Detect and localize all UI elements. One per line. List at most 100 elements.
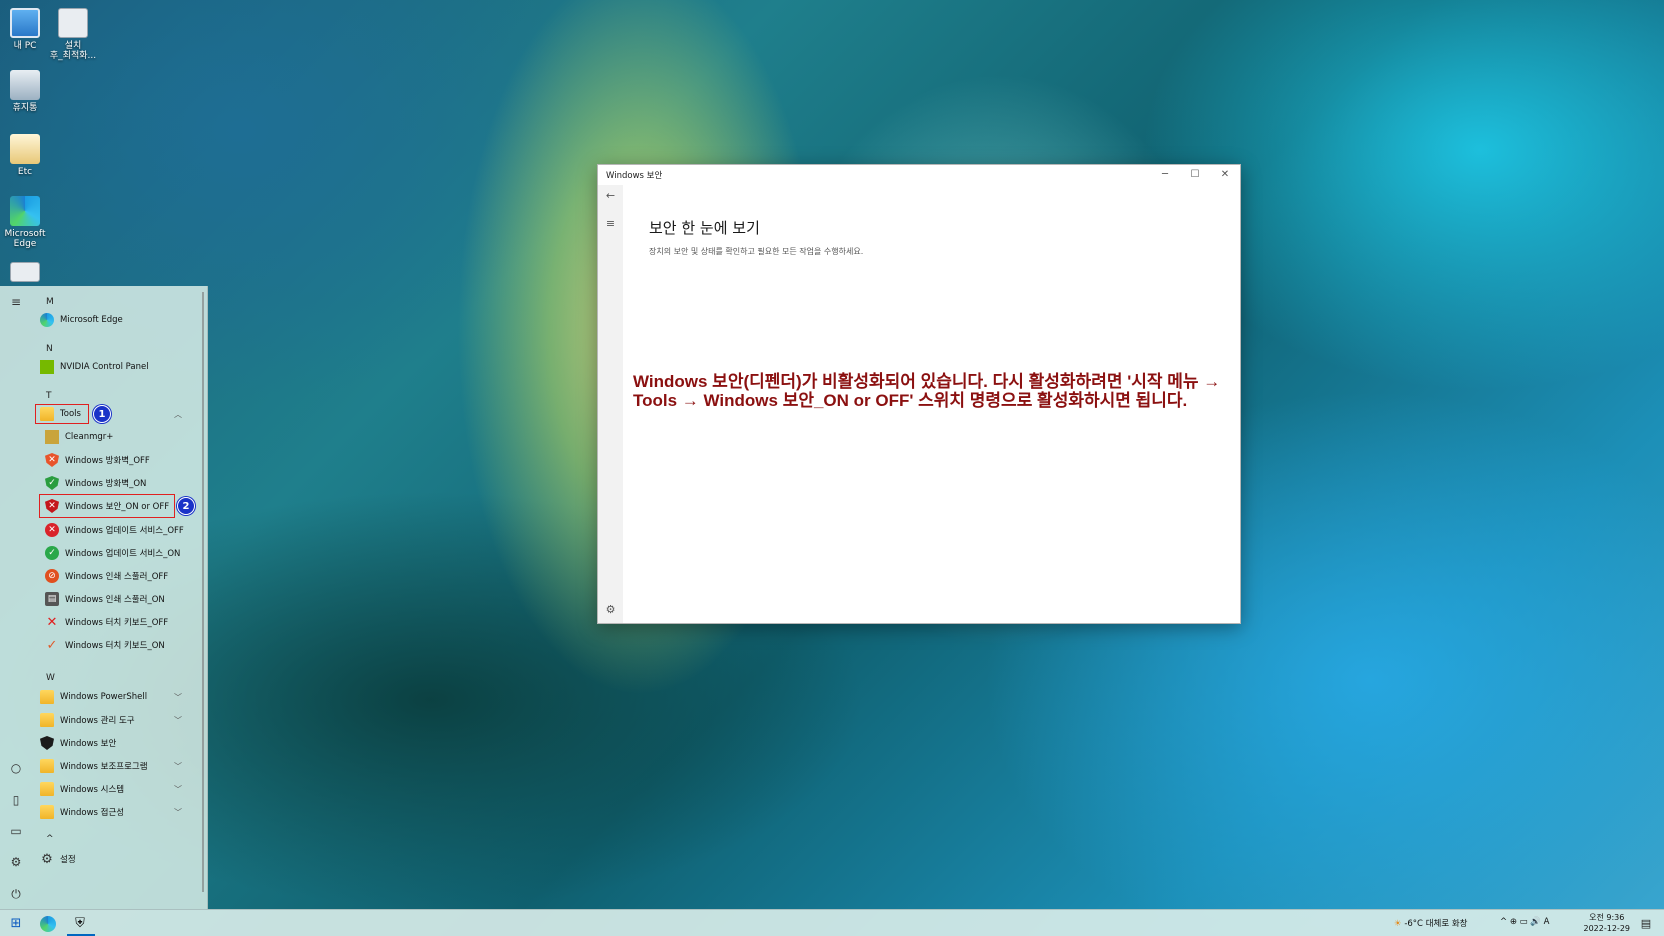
folder-system[interactable]: Windows 시스템 ﹀ [40,779,198,799]
app-touch-keyboard-off[interactable]: ✕ Windows 터치 키보드_OFF [45,612,203,632]
desktop-icon-label: 설치 후_최적화... [49,41,97,61]
app-label: Cleanmgr+ [65,432,114,442]
app-touch-keyboard-on[interactable]: ✓ Windows 터치 키보드_ON [45,635,203,655]
section-letter-n[interactable]: N [46,344,53,354]
desktop-icon-label: Microsoft Edge [4,229,46,249]
folder-icon [40,759,54,773]
app-label: Microsoft Edge [60,315,123,325]
nav-sidebar: ← ≡ ⚙ [598,185,623,623]
chevron-down-icon: ﹀ [174,807,182,817]
notification-icon[interactable]: ▤ [1636,914,1656,934]
app-nvidia-control-panel[interactable]: NVIDIA Control Panel [40,357,198,377]
step-badge-2: 2 [177,497,195,515]
page-title: 보안 한 눈에 보기 [649,219,760,237]
shield-x-icon: ✕ [45,453,59,467]
chevron-up-icon: ︿ [174,409,182,419]
app-update-on[interactable]: ✓ Windows 업데이트 서비스_ON [45,543,203,563]
weather-widget[interactable]: ☀ -6°C 대체로 화창 [1394,917,1468,929]
app-cleanmgr[interactable]: Cleanmgr+ [45,427,203,447]
section-letter-w[interactable]: W [46,673,55,683]
app-label: Windows 방화벽_OFF [65,456,150,466]
app-label: Windows 시스템 [60,785,125,795]
power-icon[interactable]: ⏻ [8,886,24,902]
user-icon[interactable]: ○ [8,760,24,776]
check-mark-icon: ✓ [46,637,58,653]
app-windows-security[interactable]: Windows 보안 [40,733,198,753]
app-label: Windows 인쇄 스풀러_OFF [65,572,169,582]
title-bar[interactable]: Windows 보안 ─ ☐ ✕ [598,165,1240,185]
app-label: Windows 업데이트 서비스_OFF [65,526,184,536]
clock[interactable]: 오전 9:36 2022-12-29 [1584,912,1631,934]
maximize-button[interactable]: ☐ [1180,165,1210,185]
desktop-icon-edge[interactable]: Microsoft Edge [0,196,53,249]
chevron-down-icon: ﹀ [174,692,182,702]
app-label: Windows 업데이트 서비스_ON [65,549,181,559]
desktop-icon-label: 휴지통 [12,103,38,113]
scrollbar[interactable] [202,292,204,892]
nvidia-icon [40,360,54,374]
gear-icon[interactable]: ⚙ [598,603,623,616]
app-label: Windows 보조프로그램 [60,762,148,772]
printer-icon: ▤ [45,592,59,606]
section-letter-t[interactable]: T [46,391,52,401]
app-firewall-off[interactable]: ✕ Windows 방화벽_OFF [45,450,203,470]
pictures-icon[interactable]: ▭ [8,823,24,839]
folder-icon [40,805,54,819]
settings-icon[interactable]: ⚙ [8,854,24,870]
desktop-icon-recycle-bin[interactable]: 휴지통 [0,70,53,113]
app-label: Windows 보안 [60,739,117,749]
folder-accessibility[interactable]: Windows 접근성 ﹀ [40,802,198,822]
section-caret[interactable]: ^ [46,834,54,844]
app-spooler-on[interactable]: ▤ Windows 인쇄 스풀러_ON [45,589,203,609]
shield-icon [40,736,54,750]
app-settings[interactable]: ⚙ 설정 [40,849,198,869]
security-window: Windows 보안 ─ ☐ ✕ ← ≡ ⚙ 보안 한 눈에 보기 장치의 보안… [597,164,1241,624]
app-label: Windows 터치 키보드_OFF [65,618,169,628]
app-microsoft-edge[interactable]: Microsoft Edge [40,310,198,330]
back-arrow-icon[interactable]: ← [598,189,623,202]
app-label: 설정 [60,855,76,865]
clock-time: 오전 9:36 [1589,913,1625,922]
app-spooler-off[interactable]: ⊘ Windows 인쇄 스풀러_OFF [45,566,203,586]
hamburger-icon[interactable]: ≡ [598,217,623,230]
folder-admin-tools[interactable]: Windows 관리 도구 ﹀ [40,710,198,730]
annotation-note: Windows 보안(디펜더)가 비활성화되어 있습니다. 다시 활성화하려면 … [633,372,1221,410]
disabled-icon: ⊘ [45,569,59,583]
section-letter-m[interactable]: M [46,297,54,307]
windows-start-icon[interactable]: ⊞ [6,914,26,934]
desktop-icon-etc[interactable]: Etc [0,134,53,177]
edge-icon [10,196,40,226]
close-button[interactable]: ✕ [1210,165,1240,185]
minimize-button[interactable]: ─ [1150,165,1180,185]
folder-icon [40,690,54,704]
app-update-off[interactable]: ✕ Windows 업데이트 서비스_OFF [45,520,203,540]
app-label: Windows 관리 도구 [60,716,135,726]
folder-powershell[interactable]: Windows PowerShell ﹀ [40,687,198,707]
shield-icon[interactable]: ⛨ [70,914,90,934]
system-tray-icons[interactable]: ^ ⊕ ▭ 🔊 A [1500,917,1549,927]
check-circle-icon: ✓ [45,546,59,560]
highlight-box-security [39,494,175,518]
setup-icon [58,8,88,38]
folder-accessories[interactable]: Windows 보조프로그램 ﹀ [40,756,198,776]
chevron-down-icon: ﹀ [174,761,182,771]
chevron-down-icon: ﹀ [174,784,182,794]
app-list: M Microsoft Edge N NVIDIA Control Panel … [34,286,200,909]
app-label: Windows 방화벽_ON [65,479,147,489]
folder-icon [10,134,40,164]
document-icon[interactable]: ▯ [8,792,24,808]
window-title: Windows 보안 [606,171,663,181]
x-mark-icon: ✕ [46,614,58,630]
computer-icon [10,8,40,38]
x-circle-icon: ✕ [45,523,59,537]
taskbar: ⊞ ⛨ ☀ -6°C 대체로 화창 ^ ⊕ ▭ 🔊 A 오전 9:36 2022… [0,909,1664,936]
desktop-icon-partial[interactable] [0,262,53,285]
hamburger-icon[interactable]: ≡ [8,294,24,310]
start-menu: ≡ ○ ▯ ▭ ⚙ ⏻ M Microsoft Edge N NVIDIA Co… [0,286,208,909]
app-firewall-on[interactable]: ✓ Windows 방화벽_ON [45,473,203,493]
desktop-icon-setup[interactable]: 설치 후_최적화... [45,8,101,61]
folder-icon [40,782,54,796]
edge-icon[interactable] [40,916,56,932]
recycle-bin-icon [10,70,40,100]
gear-icon: ⚙ [41,851,53,867]
